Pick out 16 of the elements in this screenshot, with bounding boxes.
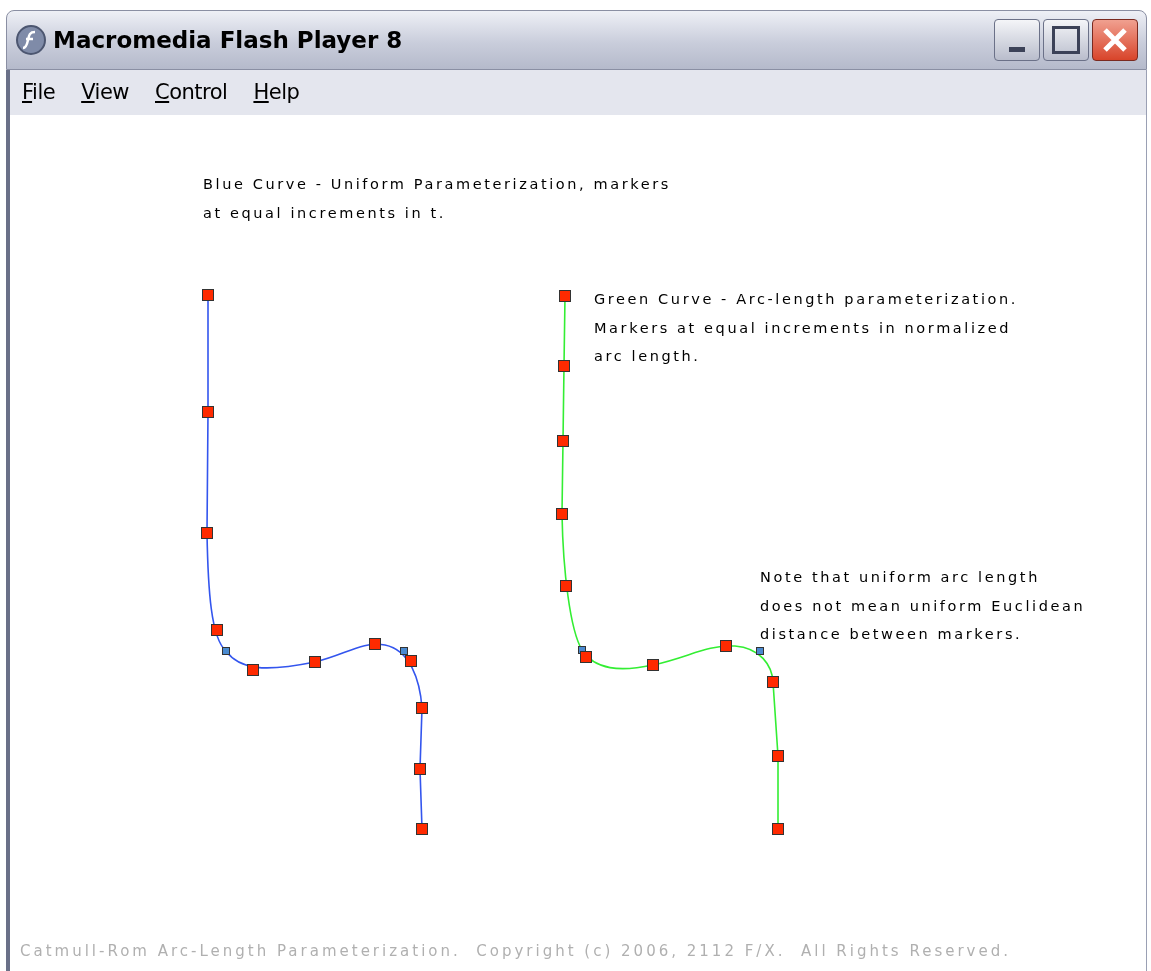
- maximize-icon: [1052, 26, 1080, 54]
- caption-text: Note that uniform arc length does not mean uniform Euclidean distance between markers.: [760, 568, 1086, 644]
- copyright-text: Catmull-Rom Arc-Length Parameterization. Copyright (c) 2006, 2112 F/X. All Rights Reserved.: [20, 941, 1012, 962]
- menu-item[interactable]: File: [22, 76, 56, 109]
- flash-logo-icon: [15, 24, 47, 56]
- close-icon: [1101, 26, 1129, 54]
- minimize-button[interactable]: [994, 19, 1040, 61]
- caption-text: Green Curve - Arc-length parameterization. Markers at equal increments in normalized arc length.: [594, 290, 1018, 366]
- menu-item[interactable]: Help: [253, 76, 300, 109]
- menu-item[interactable]: View: [81, 76, 129, 109]
- window-title: Macromedia Flash Player 8: [53, 25, 403, 55]
- minimize-icon: [1009, 47, 1025, 52]
- caption-text: Blue Curve - Uniform Parameterization, markers at equal increments in t.: [203, 175, 672, 223]
- close-button[interactable]: [1092, 19, 1138, 61]
- menu-item[interactable]: Control: [155, 76, 228, 109]
- maximize-button[interactable]: [1043, 19, 1089, 61]
